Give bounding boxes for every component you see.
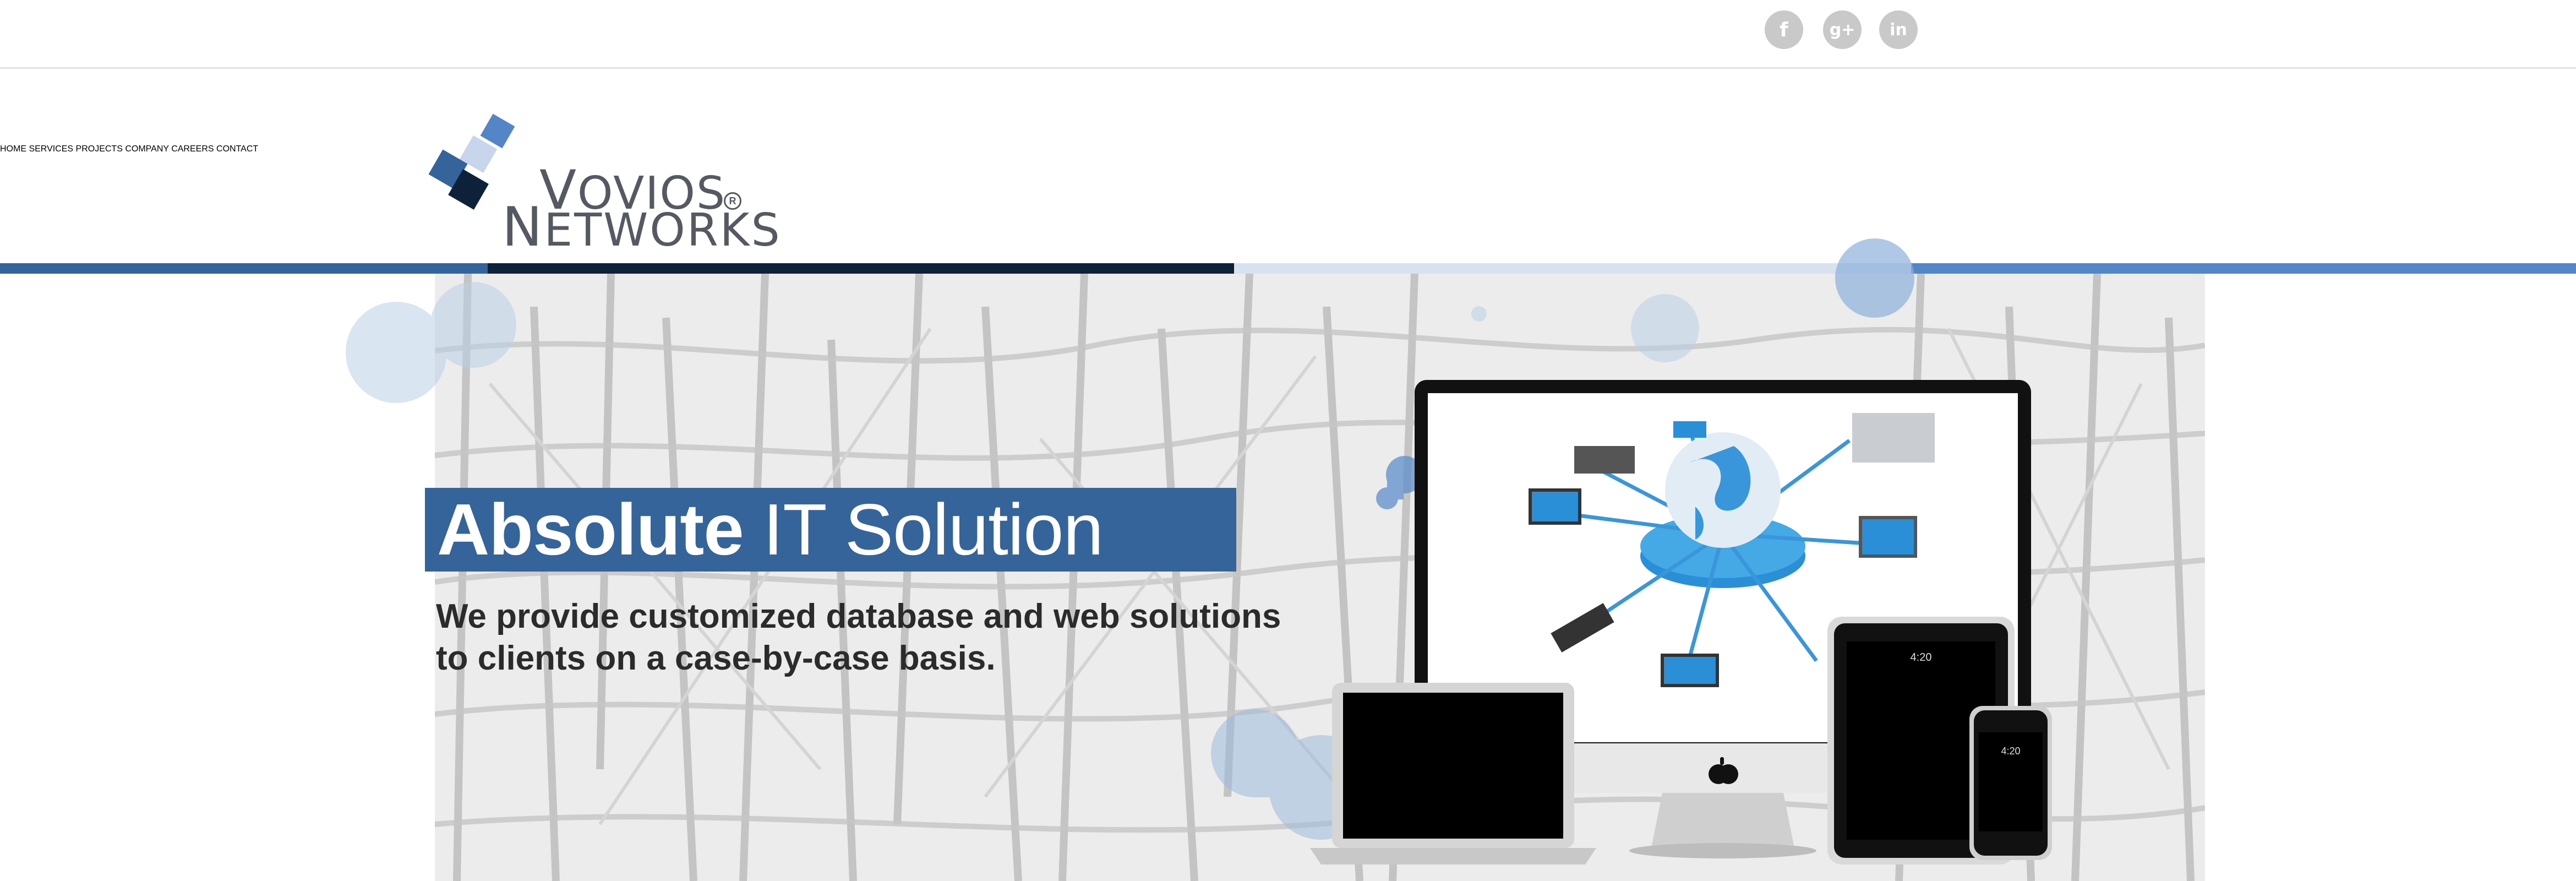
color-strip-segment [0, 263, 488, 274]
globe-icon [1665, 432, 1781, 548]
linkedin-icon[interactable]: in [1879, 10, 1918, 49]
facebook-icon[interactable]: f [1765, 10, 1803, 49]
nav-home[interactable]: HOME [0, 144, 26, 154]
color-strip-segment [1911, 263, 2576, 274]
svg-text:4:20: 4:20 [2001, 746, 2020, 757]
nav-careers[interactable]: CAREERS [171, 144, 214, 154]
hero-subtext-line2: to clients on a case-by-case basis. [436, 639, 996, 677]
devices-illustration: 4:20 4:20 [1310, 380, 2052, 864]
color-strip-segment [488, 263, 1234, 274]
hero-headline: Absolute IT Solution [425, 488, 1236, 572]
nav-company[interactable]: COMPANY [125, 144, 168, 154]
hero-subtext: We provide customized database and web s… [436, 596, 1339, 679]
color-strip-segment [1234, 263, 1911, 274]
registered-mark: R [724, 192, 741, 210]
nav-projects[interactable]: PROJECTS [76, 144, 123, 154]
google-plus-icon[interactable]: g+ [1823, 10, 1862, 49]
site-header: VOVIOS NETWORKS R HOME SERVICES PROJECTS… [0, 69, 2576, 263]
top-social-bar: f g+ in [0, 0, 2576, 69]
logo-text-line2: NETWORKS [502, 196, 782, 259]
laptop-illustration [1310, 683, 1596, 864]
main-nav: HOME SERVICES PROJECTS COMPANY CAREERS C… [0, 144, 2576, 177]
nav-contact[interactable]: CONTACT [216, 144, 258, 154]
hero-subtext-line1: We provide customized database and web s… [436, 597, 1281, 635]
nav-services[interactable]: SERVICES [29, 144, 73, 154]
phone-illustration: 4:20 [1969, 706, 2052, 860]
hero-headline-text: Absolute IT Solution [437, 489, 1104, 570]
svg-text:4:20: 4:20 [1911, 651, 1932, 664]
